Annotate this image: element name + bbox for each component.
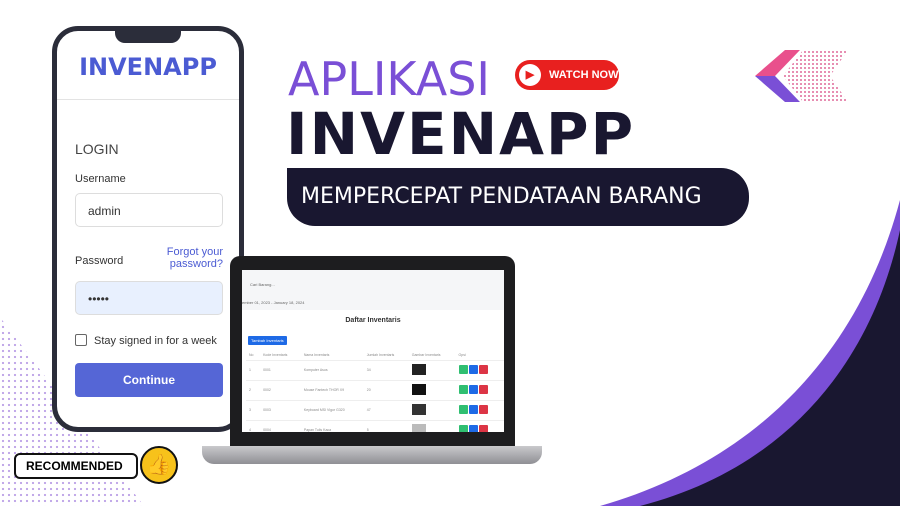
page-title: Daftar Inventaris — [345, 317, 401, 324]
tagline-banner: MEMPERCEPAT PENDATAAN BARANG — [287, 168, 749, 226]
table-row: 2 0002 Mouse Fantech THOR X9 20 — [246, 380, 504, 401]
edit-icon[interactable] — [468, 385, 478, 394]
chevron-logo-icon — [755, 50, 848, 102]
table-cell: 0002 — [260, 380, 301, 401]
delete-icon[interactable] — [478, 365, 488, 374]
delete-icon[interactable] — [478, 405, 488, 414]
phone-mockup: INVENAPP LOGIN Username admin Password F… — [52, 26, 244, 432]
date-range[interactable]: ember 01, 2023 - January 18, 2024 — [242, 300, 305, 305]
col-header: Gambar Inventaris — [408, 350, 456, 361]
table-cell: 0003 — [260, 400, 301, 421]
password-label: Password — [75, 255, 124, 267]
laptop-base — [202, 446, 542, 464]
col-header: Opsi — [455, 350, 504, 361]
headline-line1: APLIKASI — [288, 52, 490, 106]
view-icon[interactable] — [458, 405, 468, 414]
laptop-screen: Cari Barang... ember 01, 2023 - January … — [242, 270, 504, 432]
col-header: Nama Inventaris — [300, 350, 364, 361]
remember-checkbox[interactable] — [75, 334, 87, 346]
view-icon[interactable] — [458, 365, 468, 374]
table-cell: 2 — [246, 380, 261, 401]
col-header: No — [246, 350, 261, 361]
continue-button[interactable]: Continue — [75, 363, 223, 397]
forgot-password-link[interactable]: Forgot your password? — [157, 246, 223, 270]
table-cell: Mouse Fantech THOR X9 — [300, 380, 364, 401]
app-brand: INVENAPP — [79, 53, 217, 81]
table-cell: 0004 — [260, 420, 301, 432]
table-cell: 5 — [363, 420, 409, 432]
table-row: 4 0004 Papan Tulis Kaca 5 — [246, 420, 504, 432]
table-cell: 47 — [363, 400, 409, 421]
laptop-mockup: Cari Barang... ember 01, 2023 - January … — [230, 256, 515, 446]
item-image — [411, 364, 426, 375]
table-cell: 3 — [246, 400, 261, 421]
table-row: 1 0001 Komputer Asus 34 — [246, 360, 504, 381]
search-input[interactable]: Cari Barang... — [250, 282, 275, 287]
edit-icon[interactable] — [468, 425, 478, 432]
table-cell: 1 — [246, 360, 261, 381]
edit-icon[interactable] — [468, 365, 478, 374]
edit-icon[interactable] — [468, 405, 478, 414]
inventory-table: No Kode Inventaris Nama Inventaris Jumlah I… — [246, 350, 504, 432]
headline-line2: INVENAPP — [286, 100, 636, 168]
password-field[interactable]: ••••• — [75, 281, 223, 315]
table-row: 3 0003 Keyboard MSI Vigor G320 47 — [246, 400, 504, 421]
table-cell: 4 — [246, 420, 261, 432]
add-inventory-button[interactable]: Tambah Inventaris — [248, 336, 287, 345]
thumbs-up-icon: 👍 — [140, 446, 178, 484]
watch-now-button[interactable]: ▶ WATCH NOW — [515, 60, 619, 90]
delete-icon[interactable] — [478, 425, 488, 432]
login-title: LOGIN — [75, 141, 119, 157]
table-cell: 20 — [363, 380, 409, 401]
table-cell: Komputer Asus — [300, 360, 364, 381]
table-cell: 0001 — [260, 360, 301, 381]
remember-label: Stay signed in for a week — [94, 335, 217, 347]
item-image — [411, 424, 426, 432]
table-cell: 34 — [363, 360, 409, 381]
col-header: Jumlah Inventaris — [363, 350, 409, 361]
recommended-badge: RECOMMENDED — [14, 453, 138, 479]
divider — [57, 99, 239, 100]
watch-now-label: WATCH NOW — [549, 69, 619, 81]
delete-icon[interactable] — [478, 385, 488, 394]
table-cell: Papan Tulis Kaca — [300, 420, 364, 432]
view-icon[interactable] — [458, 385, 468, 394]
table-cell: Keyboard MSI Vigor G320 — [300, 400, 364, 421]
play-icon: ▶ — [519, 64, 541, 86]
view-icon[interactable] — [458, 425, 468, 432]
col-header: Kode Inventaris — [260, 350, 301, 361]
phone-notch — [115, 31, 181, 43]
username-label: Username — [75, 173, 126, 185]
username-field[interactable]: admin — [75, 193, 223, 227]
item-image — [411, 384, 426, 395]
item-image — [411, 404, 426, 415]
